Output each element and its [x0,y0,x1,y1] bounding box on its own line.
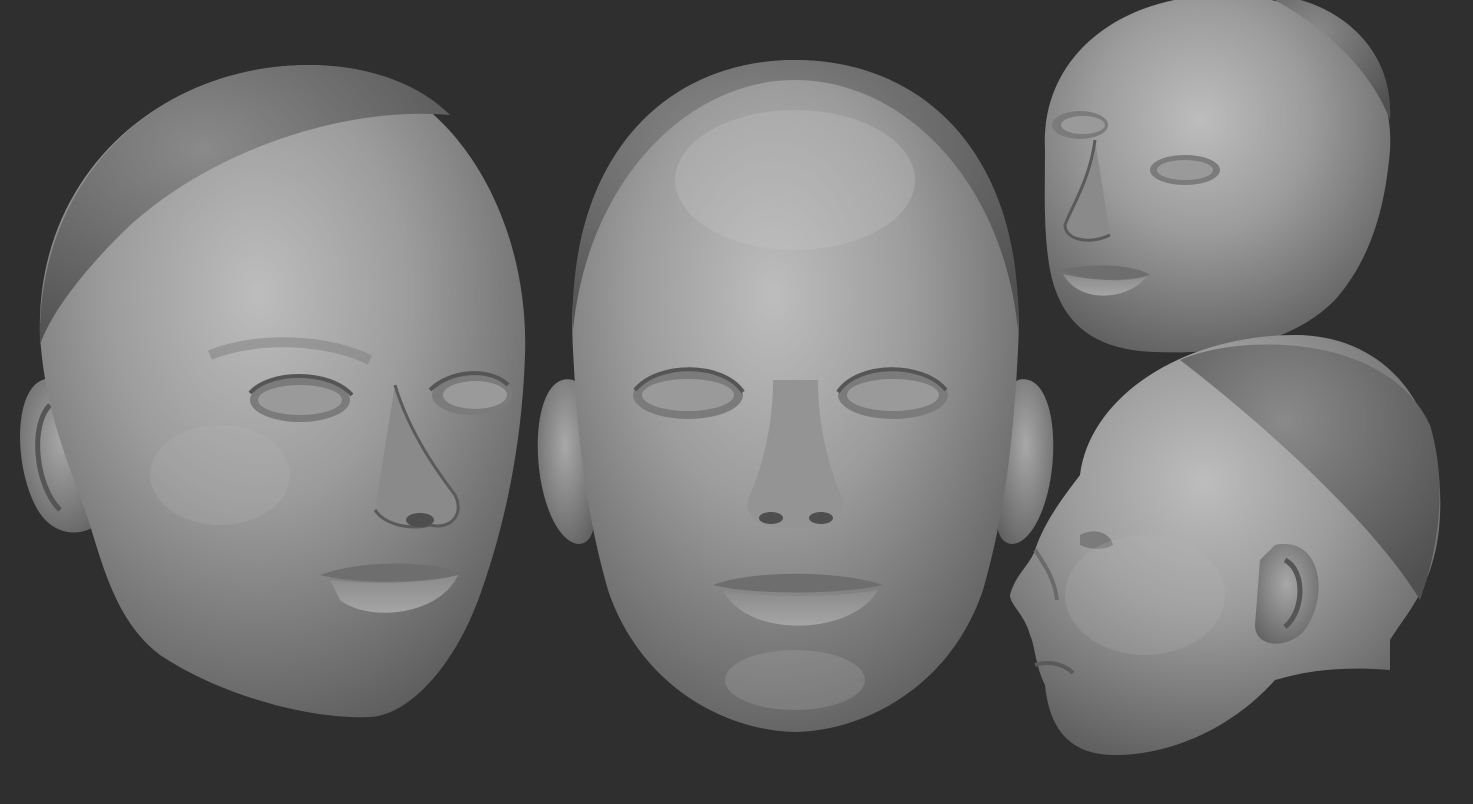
head-three-quarter-right-render [1044,0,1391,353]
head-three-quarter-left-render [20,65,526,718]
head-profile-render [1010,335,1441,755]
viewport-canvas [0,0,1473,804]
head-front-render [537,60,1054,732]
